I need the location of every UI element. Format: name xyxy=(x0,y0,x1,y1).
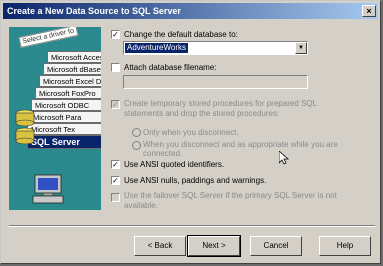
failover-checkbox xyxy=(111,193,120,202)
back-button[interactable]: < Back xyxy=(134,236,186,256)
default-database-value: AdventureWorks xyxy=(125,43,188,53)
title-bar: Create a New Data Source to SQL Server × xyxy=(3,3,378,19)
dropdown-arrow-icon[interactable]: ▼ xyxy=(295,42,307,54)
ansi-nulls-label: Use ANSI nulls, paddings and warnings. xyxy=(124,176,267,185)
driver-card: Microsoft ODBC xyxy=(31,99,101,111)
window-title: Create a New Data Source to SQL Server xyxy=(7,6,181,16)
close-icon: × xyxy=(366,6,372,16)
driver-card: Microsoft Excel Dr xyxy=(39,75,101,87)
driver-card: Microsoft Tex xyxy=(27,123,101,135)
cancel-button[interactable]: Cancel xyxy=(250,236,302,256)
quoted-identifiers-checkbox[interactable]: ✓ xyxy=(111,160,120,169)
next-button[interactable]: Next > xyxy=(187,235,241,257)
change-default-db-label: Change the default database to: xyxy=(124,30,238,39)
quoted-identifiers-label: Use ANSI quoted identifiers. xyxy=(124,160,225,169)
button-separator xyxy=(9,225,375,227)
default-database-combo[interactable]: AdventureWorks ▼ xyxy=(123,41,308,55)
attach-filename-label: Attach database filename: xyxy=(124,63,217,72)
driver-card: Microsoft FoxPro xyxy=(35,87,101,99)
driver-card: Microsoft Access Dr xyxy=(47,51,101,63)
driver-card-selected: SQL Server xyxy=(27,135,101,149)
create-temp-sp-checkbox: ✓ xyxy=(111,100,120,109)
radio-only-disconnect-label: Only when you disconnect. xyxy=(143,128,239,137)
database-cylinders-icon xyxy=(15,109,35,145)
radio-disconnect-appropriate xyxy=(132,141,141,150)
attach-filename-checkbox[interactable] xyxy=(111,63,120,72)
illustration-note: Select a driver fo xyxy=(18,27,79,48)
radio-only-disconnect xyxy=(132,128,141,137)
close-button[interactable]: × xyxy=(362,5,376,17)
change-default-db-checkbox[interactable]: ✓ xyxy=(111,30,120,39)
computer-icon xyxy=(32,174,64,204)
create-temp-sp-label: Create temporary stored procedures for p… xyxy=(124,99,317,118)
driver-card: Microsoft Para xyxy=(29,111,101,123)
failover-label: Use the failover SQL Server if the prima… xyxy=(124,191,337,210)
radio-disconnect-appropriate-label: When you disconnect and as appropriate w… xyxy=(143,140,338,158)
dialog-window: Create a New Data Source to SQL Server ×… xyxy=(0,0,381,264)
driver-card: Microsoft dBase Dr xyxy=(43,63,101,75)
attach-filename-input xyxy=(123,75,308,89)
wizard-illustration: Select a driver fo Microsoft Access Dr M… xyxy=(9,27,101,210)
help-button[interactable]: Help xyxy=(319,236,371,256)
ansi-nulls-checkbox[interactable]: ✓ xyxy=(111,176,120,185)
mouse-cursor-icon xyxy=(279,151,289,165)
